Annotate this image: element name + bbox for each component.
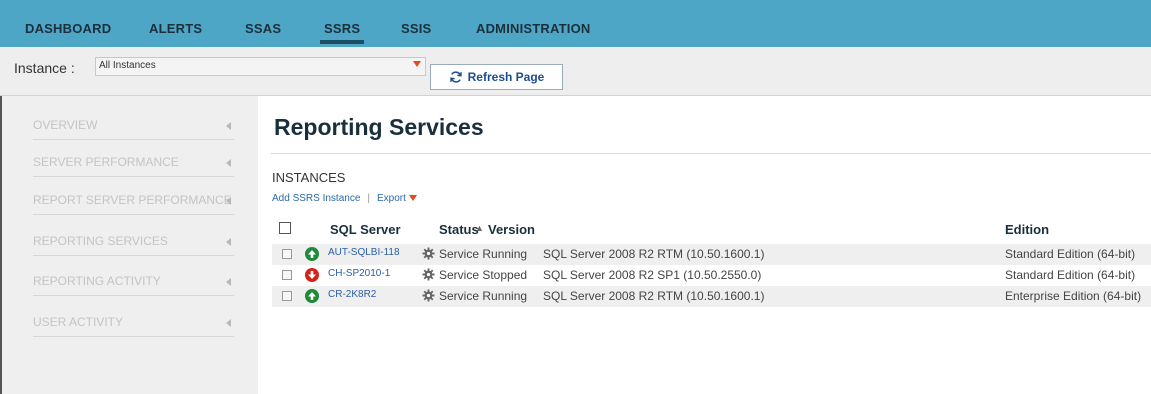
row-version: SQL Server 2008 R2 RTM (10.50.1600.1) [543, 289, 765, 303]
refresh-icon [449, 71, 462, 83]
row-edition: Standard Edition (64-bit) [1005, 268, 1136, 282]
select-all-checkbox[interactable] [279, 222, 291, 234]
row-status: Service Stopped [439, 268, 528, 282]
row-edition: Enterprise Edition (64-bit) [1005, 289, 1142, 303]
column-header-sql-server[interactable]: SQL Server [330, 222, 401, 237]
gear-icon[interactable] [422, 247, 435, 260]
row-version: SQL Server 2008 R2 RTM (10.50.1600.1) [543, 247, 765, 261]
collapse-arrow-icon [226, 319, 231, 327]
sidebar-item-label: Overview [33, 118, 98, 132]
tab-ssis[interactable]: SSIS [401, 21, 431, 36]
instance-select-value: All Instances [99, 60, 156, 71]
sidebar-item-label: Server Performance [33, 155, 179, 169]
collapse-arrow-icon [226, 238, 231, 246]
table-row: CH-SP2010-1 Service Stopped SQL Server 2… [272, 265, 1151, 286]
sidebar-item-reporting-services[interactable]: Reporting Services [33, 230, 234, 256]
export-link[interactable]: Export [377, 193, 417, 204]
collapse-arrow-icon [226, 159, 231, 167]
dropdown-caret-icon [413, 61, 421, 67]
row-checkbox[interactable] [282, 270, 292, 280]
collapse-arrow-icon [226, 197, 231, 205]
tab-ssrs[interactable]: SSRS [319, 21, 365, 44]
sort-ascending-icon[interactable]: ▲ [475, 223, 484, 233]
sidebar-item-user-activity[interactable]: User Activity [33, 311, 234, 337]
export-caret-icon [408, 195, 417, 201]
server-link[interactable]: CR-2K8R2 [328, 289, 376, 300]
page-title: Reporting Services [274, 114, 484, 140]
server-link[interactable]: CH-SP2010-1 [328, 268, 390, 279]
row-status: Service Running [439, 289, 528, 303]
gear-icon[interactable] [422, 289, 435, 302]
status-running-icon [305, 289, 319, 303]
collapse-arrow-icon [226, 278, 231, 286]
column-header-edition[interactable]: Edition [1005, 222, 1049, 237]
sidebar: Overview Server Performance Report Serve… [0, 96, 258, 394]
top-navigation: DASHBOARD ALERTS SSAS SSRS SSIS ADMINIST… [0, 0, 1151, 47]
sidebar-item-reporting-activity[interactable]: Reporting Activity [33, 270, 234, 296]
row-checkbox[interactable] [282, 291, 292, 301]
main-content: Reporting Services INSTANCES Add SSRS In… [258, 96, 1151, 394]
instance-actions: Add SSRS Instance | Export [272, 193, 417, 204]
sidebar-item-label: Reporting Services [33, 234, 168, 248]
status-running-icon [305, 247, 319, 261]
add-ssrs-instance-link[interactable]: Add SSRS Instance [272, 193, 360, 204]
sidebar-item-server-performance[interactable]: Server Performance [33, 151, 234, 177]
section-label-instances: INSTANCES [272, 170, 346, 185]
sidebar-item-label: User Activity [33, 315, 124, 329]
title-divider [271, 153, 1151, 154]
tab-ssas[interactable]: SSAS [245, 21, 281, 36]
row-version: SQL Server 2008 R2 SP1 (10.50.2550.0) [543, 268, 762, 282]
instance-bar: Instance : All Instances Refresh Page [0, 47, 1151, 96]
export-label: Export [377, 193, 406, 204]
server-link[interactable]: AUT-SQLBI-118 [328, 247, 400, 258]
table-row: CR-2K8R2 Service Running SQL Server 2008… [272, 286, 1151, 307]
tab-administration[interactable]: ADMINISTRATION [476, 21, 591, 36]
refresh-page-label: Refresh Page [467, 70, 545, 84]
table-row: AUT-SQLBI-118 Service Running SQL Server… [272, 244, 1151, 265]
tab-alerts[interactable]: ALERTS [149, 21, 202, 36]
status-stopped-icon [305, 268, 319, 282]
instance-select[interactable]: All Instances [95, 57, 426, 76]
sidebar-item-label: Report Server Performance [33, 193, 232, 207]
table-header: SQL Server Status ▲ Version Edition [272, 218, 1151, 242]
row-checkbox[interactable] [282, 249, 292, 259]
sidebar-item-label: Reporting Activity [33, 274, 161, 288]
action-separator: | [367, 193, 370, 204]
tab-dashboard[interactable]: DASHBOARD [25, 21, 111, 36]
column-header-status[interactable]: Status [439, 222, 479, 237]
sidebar-item-overview[interactable]: Overview [33, 114, 234, 140]
gear-icon[interactable] [422, 268, 435, 281]
instance-label: Instance : [14, 60, 75, 76]
sidebar-item-report-server-performance[interactable]: Report Server Performance [33, 189, 234, 215]
row-edition: Standard Edition (64-bit) [1005, 247, 1136, 261]
refresh-page-button[interactable]: Refresh Page [430, 64, 563, 90]
collapse-arrow-icon [226, 122, 231, 130]
row-status: Service Running [439, 247, 528, 261]
column-header-version[interactable]: Version [488, 222, 535, 237]
